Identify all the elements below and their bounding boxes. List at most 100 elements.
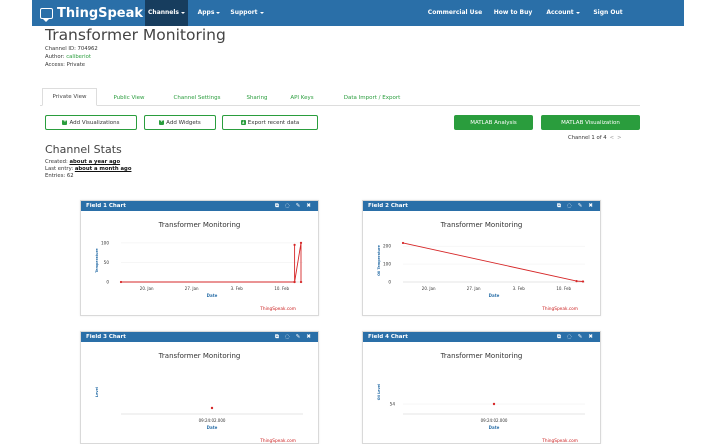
x-axis-label: Date [489, 293, 500, 298]
series-line [402, 242, 584, 282]
y-tick-label: 100 [101, 240, 109, 245]
x-tick-label: 3. Feb [231, 286, 244, 291]
panel-tools: ⧉ ◌ ✎ ✖ [557, 201, 593, 211]
channel-pager: Channel 1 of 4 < > [568, 135, 622, 141]
tab-data-import-export[interactable]: Data Import / Export [333, 90, 411, 106]
nav-channels[interactable]: Channels [145, 0, 188, 26]
x-tick-label: 20. Jan [422, 286, 436, 291]
pencil-icon[interactable]: ✎ [578, 332, 583, 342]
stat-entries: Entries: 62 [45, 173, 74, 179]
x-tick-label: 20. Jan [140, 286, 154, 291]
channel-id: Channel ID: 704962 [45, 46, 98, 52]
close-icon[interactable]: ✖ [588, 201, 593, 211]
field-1-chart: Temperature Date 0 50 100 20. Jan 27. Jan 3. Fe… [95, 240, 303, 298]
pencil-icon[interactable]: ✎ [296, 201, 301, 211]
pencil-icon[interactable]: ✎ [578, 201, 583, 211]
pencil-icon[interactable]: ✎ [296, 332, 301, 342]
chart-body: Transformer Monitoring Temperature Date 0 5… [81, 211, 318, 315]
chevron-down-icon [259, 11, 264, 14]
y-tick-label: 50 [104, 260, 110, 265]
nav-apps[interactable]: Apps [194, 0, 224, 26]
chart-credit-link[interactable]: ThingSpeak.com [542, 307, 578, 312]
plus-icon [62, 118, 68, 125]
data-point [119, 280, 123, 284]
nav-commercial-use[interactable]: Commercial Use [427, 0, 483, 26]
external-link-icon[interactable]: ⧉ [557, 332, 561, 342]
x-axis-label: Date [207, 293, 218, 298]
chart-credit-link[interactable]: ThingSpeak.com [260, 439, 296, 444]
add-visualizations-button[interactable]: Add Visualizations [45, 115, 137, 130]
close-icon[interactable]: ✖ [588, 332, 593, 342]
panel-title: Field 1 Chart [86, 203, 126, 209]
matlab-visualization-button[interactable]: MATLAB Visualization [541, 115, 640, 130]
external-link-icon[interactable]: ⧉ [275, 332, 279, 342]
panel-header: Field 4 Chart ⧉ ◌ ✎ ✖ [363, 332, 600, 342]
nav-support[interactable]: Support [228, 0, 266, 26]
comment-icon[interactable]: ◌ [285, 201, 290, 211]
author-link[interactable]: caliberiot [66, 54, 91, 60]
export-recent-data-button[interactable]: Export recent data [222, 115, 318, 130]
x-tick-label: 09:24:02.000 [199, 418, 226, 423]
nav-support-label: Support [230, 9, 258, 16]
chart-body: Transformer Monitoring Level Date 09:24:02… [81, 342, 318, 444]
tab-api-keys[interactable]: API Keys [284, 90, 320, 106]
channel-tabs: Private View Public View Channel Setting… [40, 86, 640, 106]
chart-body: Transformer Monitoring Oil Level Date 54 09… [363, 342, 600, 444]
channel-access: Access: Private [45, 62, 86, 68]
stat-created-label: Created: [45, 159, 70, 165]
panel-title: Field 4 Chart [368, 334, 408, 340]
nav-sign-out[interactable]: Sign Out [591, 0, 625, 26]
chevron-down-icon [575, 11, 580, 14]
y-axis-label: Oil Level [377, 384, 381, 401]
matlab-analysis-button[interactable]: MATLAB Analysis [454, 115, 533, 130]
x-axis-label: Date [207, 425, 218, 430]
nav-account[interactable]: Account [543, 0, 583, 26]
add-widgets-button[interactable]: Add Widgets [144, 115, 216, 130]
brand-logo[interactable]: ThingSpeak ™ [40, 5, 149, 22]
stat-last-entry: Last entry: about a month ago [45, 166, 131, 172]
field-4-chart-panel: Field 4 Chart ⧉ ◌ ✎ ✖ Transformer Monito… [362, 331, 601, 444]
tab-channel-settings[interactable]: Channel Settings [164, 90, 230, 106]
panel-tools: ⧉ ◌ ✎ ✖ [275, 332, 311, 342]
panel-header: Field 2 Chart ⧉ ◌ ✎ ✖ [363, 201, 600, 211]
close-icon[interactable]: ✖ [306, 332, 311, 342]
export-recent-data-label: Export recent data [247, 119, 300, 126]
tab-public-view[interactable]: Public View [106, 90, 152, 106]
chart-credit-link[interactable]: ThingSpeak.com [260, 307, 296, 312]
nav-apps-label: Apps [197, 9, 215, 16]
close-icon[interactable]: ✖ [306, 201, 311, 211]
x-axis-label: Date [489, 425, 500, 430]
x-tick-label: 3. Feb [513, 286, 526, 291]
field-2-chart: Oil Temperature Date 0 100 200 20. Jan 27. Jan… [377, 241, 585, 298]
tab-sharing[interactable]: Sharing [240, 90, 274, 106]
external-link-icon[interactable]: ⧉ [557, 201, 561, 211]
panel-header: Field 1 Chart ⧉ ◌ ✎ ✖ [81, 201, 318, 211]
nav-how-to-buy[interactable]: How to Buy [492, 0, 534, 26]
nav-channels-label: Channels [148, 9, 179, 16]
data-point [575, 280, 578, 283]
panel-title: Field 3 Chart [86, 334, 126, 340]
external-link-icon[interactable]: ⧉ [275, 201, 279, 211]
chevron-down-icon [216, 11, 221, 14]
y-tick-label: 0 [106, 280, 109, 285]
add-widgets-label: Add Widgets [166, 119, 201, 126]
top-navbar: ThingSpeak ™ Channels Apps Support Comme… [32, 0, 684, 26]
comment-icon[interactable]: ◌ [567, 201, 572, 211]
data-point [293, 280, 296, 284]
stat-last-entry-label: Last entry: [45, 166, 75, 172]
data-point [401, 241, 405, 245]
channel-author-line: Author: caliberiot [45, 54, 91, 60]
tab-private-view[interactable]: Private View [42, 88, 97, 106]
pager-next-button[interactable]: > [617, 135, 621, 141]
plus-icon [159, 118, 165, 125]
chevron-down-icon [180, 11, 185, 14]
data-point [299, 280, 303, 284]
comment-icon[interactable]: ◌ [567, 332, 572, 342]
chart-credit-link[interactable]: ThingSpeak.com [542, 439, 578, 444]
panel-tools: ⧉ ◌ ✎ ✖ [557, 332, 593, 342]
stat-last-entry-value: about a month ago [74, 166, 132, 172]
pager-prev-button[interactable]: < [610, 135, 614, 141]
comment-icon[interactable]: ◌ [285, 332, 290, 342]
download-icon [240, 119, 246, 125]
x-tick-label: 10. Feb [274, 286, 289, 291]
